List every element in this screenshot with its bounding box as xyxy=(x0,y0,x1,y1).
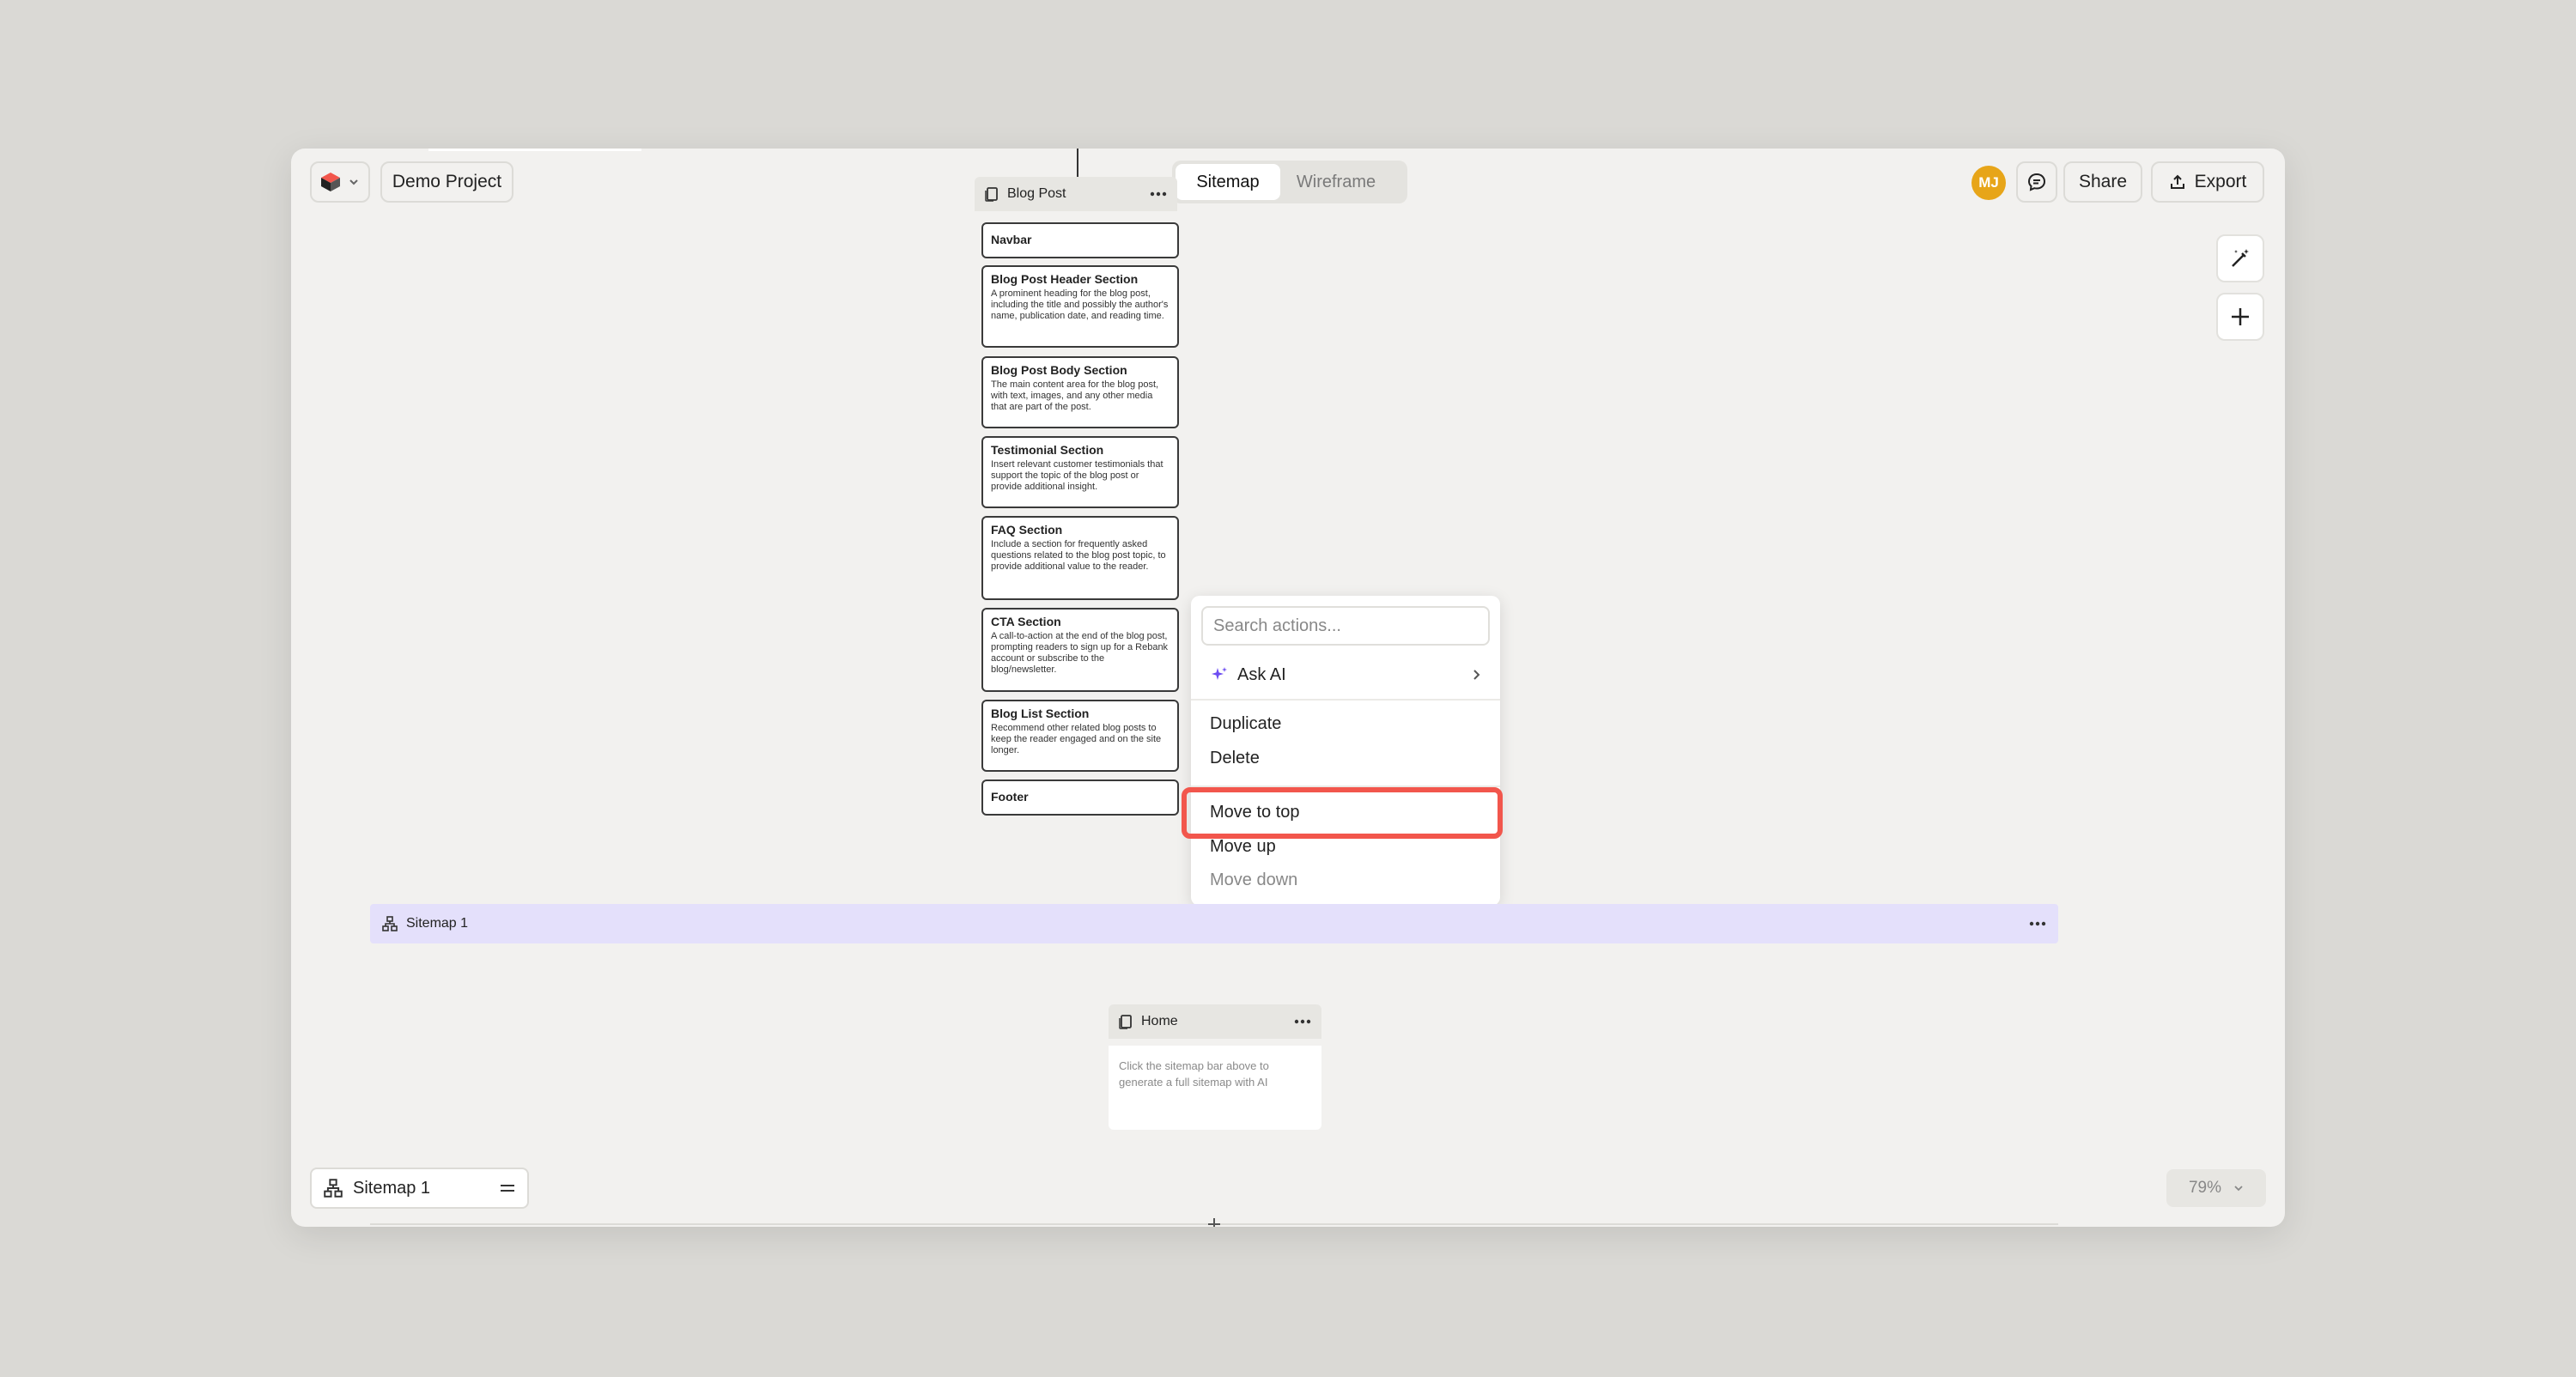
section-title: Blog Post Header Section xyxy=(991,272,1139,286)
home-card-placeholder: Click the sitemap bar above to generate … xyxy=(1109,1046,1321,1130)
sitemap-bar-title: Sitemap 1 xyxy=(406,916,469,931)
comments-button[interactable] xyxy=(2016,161,2057,203)
export-label: Export xyxy=(2194,172,2247,191)
zoom-control[interactable]: 79% xyxy=(2166,1169,2266,1207)
section-blog-post-header[interactable]: Blog Post Header Section A prominent hea… xyxy=(981,265,1179,348)
more-options-icon[interactable] xyxy=(2029,921,2046,926)
project-name-button[interactable]: Demo Project xyxy=(380,161,513,203)
plus-icon xyxy=(2232,308,2249,325)
chevron-down-icon xyxy=(2234,1186,2243,1192)
page-card-home[interactable]: Home Click the sitemap bar above to gene… xyxy=(1109,1004,1321,1130)
section-description: A call-to-action at the end of the blog … xyxy=(991,631,1169,675)
comment-icon xyxy=(2027,173,2046,191)
section-description: Recommend other related blog posts to ke… xyxy=(991,723,1162,755)
delete-menu-item[interactable]: Delete xyxy=(1210,749,1260,768)
section-testimonial[interactable]: Testimonial Section Insert relevant cust… xyxy=(981,436,1179,508)
more-options-icon[interactable] xyxy=(1150,191,1167,197)
section-cta[interactable]: CTA Section A call-to-action at the end … xyxy=(981,608,1179,692)
context-menu: Ask AI Duplicate Delete Move to top Move… xyxy=(1191,596,1500,906)
section-title: Blog Post Body Section xyxy=(991,363,1127,377)
section-title: Navbar xyxy=(991,233,1032,246)
section-description: Insert relevant customer testimonials th… xyxy=(991,459,1163,492)
section-title: Footer xyxy=(991,790,1029,804)
section-description: The main content area for the blog post,… xyxy=(991,379,1159,412)
app-menu-button[interactable] xyxy=(310,161,370,203)
chevron-right-icon xyxy=(1473,670,1480,680)
tab-wireframe[interactable]: Wireframe xyxy=(1280,164,1392,200)
page-card-header[interactable]: Blog Post xyxy=(975,177,1177,211)
menu-icon[interactable] xyxy=(500,1183,515,1193)
tab-sitemap[interactable]: Sitemap xyxy=(1176,164,1280,200)
section-footer[interactable]: Footer xyxy=(981,779,1179,816)
add-page-icon[interactable] xyxy=(1206,1216,1222,1227)
ask-ai-label: Ask AI xyxy=(1237,664,1286,684)
page-card-title: Home xyxy=(1141,1014,1178,1028)
connector-line xyxy=(1077,149,1078,177)
zoom-level: 79% xyxy=(2188,1179,2222,1197)
search-actions-input[interactable] xyxy=(1201,606,1490,646)
app-window: Demo Project Sitemap Wireframe MJ Share … xyxy=(291,149,2285,1227)
chevron-down-icon xyxy=(349,179,358,185)
page-icon xyxy=(985,187,998,202)
ask-ai-menu-item[interactable]: Ask AI xyxy=(1201,656,1490,694)
duplicate-menu-item[interactable]: Duplicate xyxy=(1210,714,1281,734)
ai-wand-button[interactable] xyxy=(2216,234,2264,282)
highlight-box xyxy=(1182,787,1503,839)
page-card-blog-post[interactable]: Blog Post Navbar Blog Post Header Sectio… xyxy=(975,177,1179,828)
section-description: A prominent heading for the blog post, i… xyxy=(991,288,1169,321)
section-title: FAQ Section xyxy=(991,523,1063,537)
sitemap-selector[interactable]: Sitemap 1 xyxy=(310,1168,529,1209)
sitemap-bar[interactable]: Sitemap 1 xyxy=(370,904,2058,943)
sitemap-selector-label: Sitemap 1 xyxy=(353,1178,431,1198)
page-card-header[interactable]: Home xyxy=(1109,1004,1321,1039)
upload-icon xyxy=(2170,174,2184,189)
section-blog-list[interactable]: Blog List Section Recommend other relate… xyxy=(981,700,1179,772)
sparkle-icon xyxy=(1212,667,1227,680)
export-button[interactable]: Export xyxy=(2151,161,2264,203)
mode-toggle: Sitemap Wireframe xyxy=(1172,161,1407,203)
page-icon xyxy=(1119,1015,1132,1029)
sitemap-icon xyxy=(324,1179,343,1198)
sitemap-icon xyxy=(382,916,398,931)
section-description: Include a section for frequently asked q… xyxy=(991,539,1166,572)
more-options-icon[interactable] xyxy=(1294,1019,1311,1024)
page-card-title: Blog Post xyxy=(1007,186,1066,201)
section-title: Blog List Section xyxy=(991,707,1090,720)
section-navbar[interactable]: Navbar xyxy=(981,222,1179,258)
app-logo-icon xyxy=(321,173,340,191)
move-up-menu-item[interactable]: Move up xyxy=(1210,837,1276,857)
move-down-menu-item[interactable]: Move down xyxy=(1210,870,1297,890)
menu-divider xyxy=(1191,699,1500,701)
section-title: Testimonial Section xyxy=(991,443,1104,457)
section-blog-post-body[interactable]: Blog Post Body Section The main content … xyxy=(981,356,1179,428)
section-faq[interactable]: FAQ Section Include a section for freque… xyxy=(981,516,1179,600)
share-button[interactable]: Share xyxy=(2063,161,2142,203)
add-button[interactable] xyxy=(2216,293,2264,341)
user-avatar[interactable]: MJ xyxy=(1971,166,2006,200)
magic-wand-icon xyxy=(2232,249,2249,267)
offscreen-card-edge xyxy=(428,149,641,151)
section-title: CTA Section xyxy=(991,615,1061,628)
